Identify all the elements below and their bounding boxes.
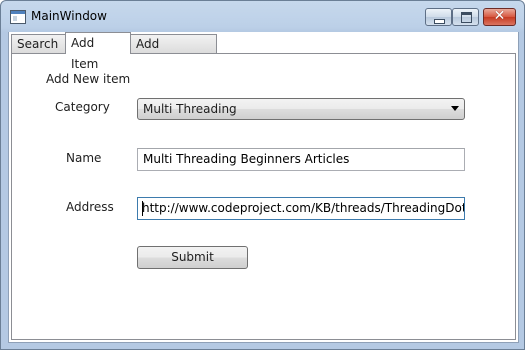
- category-selected-value: Multi Threading: [143, 102, 237, 116]
- maximize-button[interactable]: [452, 8, 479, 26]
- text-caret: [142, 201, 143, 216]
- title-bar[interactable]: MainWindow ✕: [1, 1, 524, 32]
- address-value: http://www.codeproject.com/KB/threads/Th…: [142, 201, 465, 215]
- add-item-panel: Add New item Category Multi Threading Na…: [11, 53, 516, 340]
- close-button[interactable]: ✕: [483, 8, 516, 26]
- category-label: Category: [55, 100, 110, 114]
- window-title: MainWindow: [31, 9, 107, 23]
- maximize-icon: [461, 12, 472, 23]
- name-field[interactable]: Multi Threading Beginners Articles: [137, 148, 465, 171]
- tab-search[interactable]: Search: [11, 34, 66, 53]
- window-client-area: Search Add Category Add Item Add New ite…: [8, 32, 519, 343]
- tab-strip: Search Add Category Add Item: [9, 32, 518, 71]
- tab-add-item[interactable]: Add Item: [65, 32, 131, 71]
- address-field[interactable]: http://www.codeproject.com/KB/threads/Th…: [137, 197, 465, 220]
- submit-button[interactable]: Submit: [137, 246, 248, 269]
- dropdown-arrow-icon: [451, 106, 459, 111]
- tab-add-category[interactable]: Add Category: [130, 34, 217, 70]
- main-window: MainWindow ✕ Search Add Category Add Ite…: [0, 0, 525, 350]
- minimize-button[interactable]: [425, 8, 452, 26]
- app-icon: [10, 10, 26, 24]
- name-label: Name: [66, 151, 102, 165]
- category-combobox[interactable]: Multi Threading: [137, 98, 465, 120]
- close-icon: ✕: [493, 8, 506, 24]
- minimize-icon: [434, 19, 445, 24]
- address-label: Address: [66, 200, 114, 214]
